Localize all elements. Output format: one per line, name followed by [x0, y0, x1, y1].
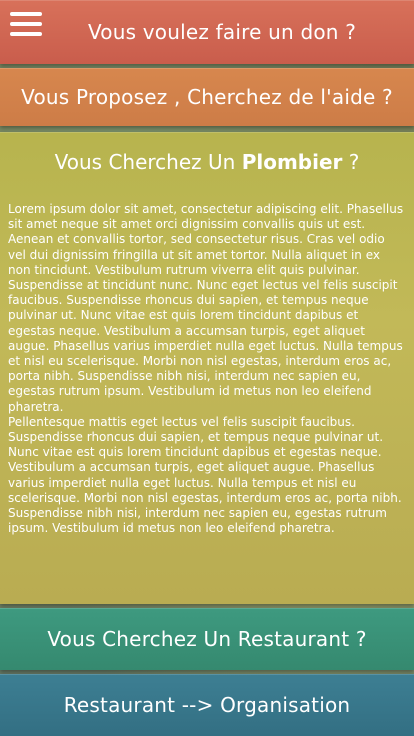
propose-help-panel[interactable]: Vous Proposez , Cherchez de l'aide ?: [0, 68, 414, 126]
heading-bold: Plombier: [241, 150, 343, 174]
menu-bar: [10, 22, 42, 26]
plumber-search-heading: Vous Cherchez Un Plombier ?: [0, 132, 414, 190]
donate-title: Vous voulez faire un don ?: [87, 20, 357, 44]
description-text: Lorem ipsum dolor sit amet, consectetur …: [0, 190, 414, 536]
description-paragraph: Lorem ipsum dolor sit amet, consectetur …: [8, 202, 404, 414]
description-paragraph: Pellentesque mattis eget lectus vel feli…: [8, 414, 402, 536]
menu-bar: [10, 32, 42, 36]
plumber-search-panel[interactable]: Vous Cherchez Un Plombier ? Lorem ipsum …: [0, 132, 414, 604]
restaurant-search-panel[interactable]: Vous Cherchez Un Restaurant ?: [0, 608, 414, 670]
propose-help-title: Vous Proposez , Cherchez de l'aide ?: [21, 85, 393, 109]
heading-prefix: Vous Cherchez Un: [54, 150, 242, 174]
menu-bar: [10, 12, 42, 16]
donate-panel[interactable]: Vous voulez faire un don ?: [0, 0, 414, 64]
hamburger-menu-icon[interactable]: [10, 12, 42, 36]
organisation-panel[interactable]: Restaurant --> Organisation: [0, 674, 414, 736]
restaurant-search-title: Vous Cherchez Un Restaurant ?: [47, 627, 367, 651]
organisation-title: Restaurant --> Organisation: [63, 693, 351, 717]
heading-suffix: ?: [342, 150, 360, 174]
